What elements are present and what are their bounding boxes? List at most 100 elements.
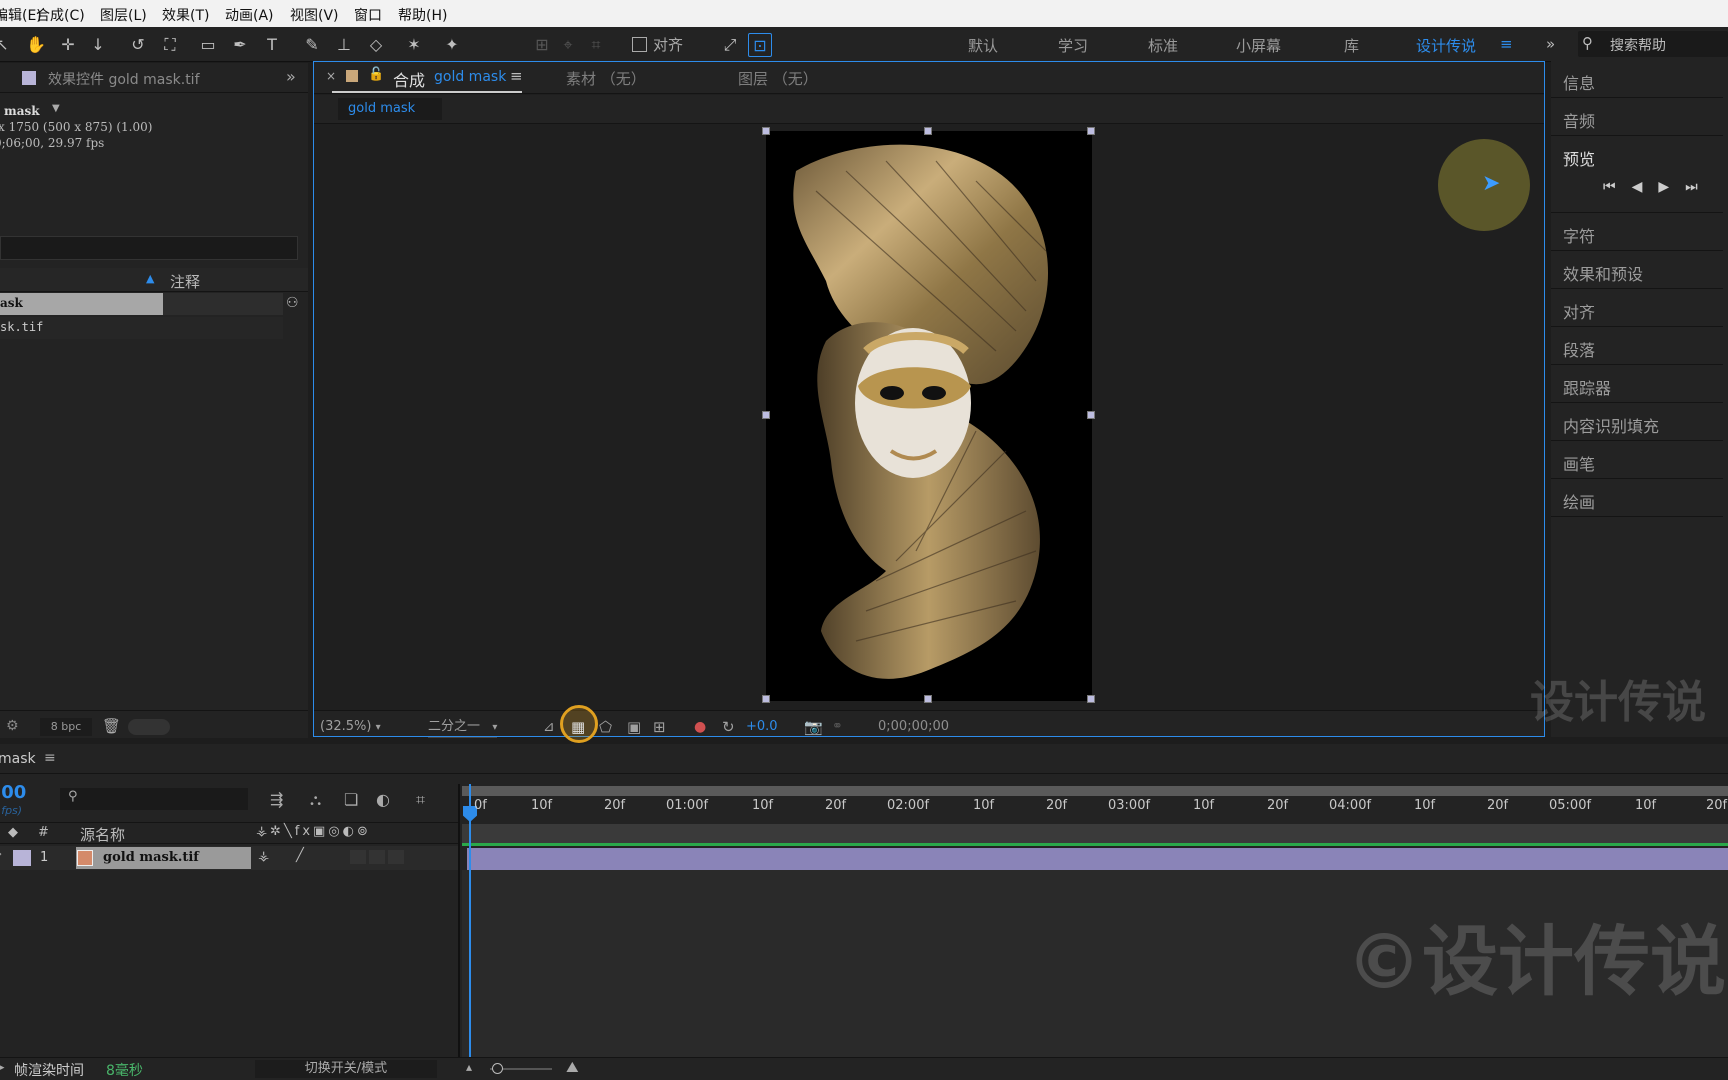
panel-preview[interactable]: 预览 ⏮◀▶⏭ <box>1551 137 1723 213</box>
expand-icon[interactable]: › <box>0 849 2 860</box>
thumbnail-slider[interactable] <box>128 719 170 735</box>
bounding-handle-b[interactable] <box>924 695 932 703</box>
layer-name-field[interactable]: gold mask.tif <box>76 847 251 869</box>
reset-exposure-icon[interactable]: ↻ <box>722 716 735 738</box>
lock-icon[interactable]: 🔓 <box>368 67 384 82</box>
bounding-handle-r[interactable] <box>1087 411 1095 419</box>
camera-tool-icon[interactable]: ↓ <box>86 33 110 57</box>
breadcrumb[interactable]: gold mask <box>338 98 442 120</box>
panel-tracker[interactable]: 跟踪器 <box>1551 366 1723 403</box>
switch-box-1[interactable] <box>350 850 366 864</box>
sort-up-icon[interactable]: ▲ <box>146 272 154 285</box>
hand-tool-icon[interactable]: ✋ <box>24 33 48 57</box>
selection-tool-icon[interactable]: ↖ <box>0 33 14 57</box>
quality-switch-icon[interactable]: ╱ <box>296 848 304 863</box>
composition-flowchart-icon[interactable]: ⇶ <box>270 790 283 809</box>
workspace-standard[interactable]: 标准 <box>1148 35 1178 56</box>
menu-layer[interactable]: 图层(L) <box>100 5 147 25</box>
shy-switch-icon[interactable]: ⚶ <box>258 849 269 864</box>
mask-path-icon[interactable]: ⬠ <box>599 716 612 738</box>
exposure-value[interactable]: +0.0 <box>746 716 778 738</box>
bounding-handle-t[interactable] <box>924 127 932 135</box>
comp-tab-prefix[interactable]: 合成 <box>393 67 425 91</box>
brush-tool-icon[interactable]: ✎ <box>300 33 324 57</box>
footage-tab[interactable]: 素材 （无） <box>566 68 646 89</box>
snap-options-icon[interactable]: ⤢ <box>718 33 742 57</box>
viewer-canvas[interactable]: ➤ <box>314 125 1544 703</box>
layer-search-input[interactable]: ⚲ <box>60 788 248 810</box>
region-of-interest-icon[interactable]: ▣ <box>627 716 641 738</box>
layer-row[interactable]: › 1 gold mask.tif ⚶ ╱ <box>0 846 458 870</box>
grid-guides-icon[interactable]: ⊞ <box>653 716 666 738</box>
menu-help[interactable]: 帮助(H) <box>398 5 447 25</box>
next-frame-icon[interactable]: ⏭ <box>1685 179 1714 195</box>
current-time[interactable]: ;00 <box>0 782 26 803</box>
panel-paragraph[interactable]: 段落 <box>1551 328 1723 365</box>
more-workspaces-icon[interactable]: » <box>1546 35 1555 53</box>
pen-tool-icon[interactable]: ✒ <box>228 33 252 57</box>
close-tab-icon[interactable]: × <box>326 69 336 83</box>
bounding-handle-tl[interactable] <box>762 127 770 135</box>
bounding-handle-l[interactable] <box>762 411 770 419</box>
layer-tab[interactable]: 图层 （无） <box>738 68 818 89</box>
bpc-button[interactable]: 8 bpc <box>40 718 92 736</box>
zoom-slider-handle[interactable] <box>492 1063 503 1074</box>
menu-composition[interactable]: 合成(C) <box>36 5 85 25</box>
panel-brushes[interactable]: 画笔 <box>1551 442 1723 479</box>
comp-tab-name[interactable]: gold mask <box>434 69 506 85</box>
fast-preview-icon[interactable]: ⊿ <box>543 716 555 738</box>
panel-expand-icon[interactable]: » <box>286 67 296 86</box>
motion-blur-icon[interactable]: ◐ <box>376 790 390 809</box>
panel-paint[interactable]: 绘画 <box>1551 480 1723 517</box>
switch-box-2[interactable] <box>369 850 385 864</box>
item-dropdown-icon[interactable]: ▼ <box>52 103 60 114</box>
workspace-active[interactable]: 设计传说 <box>1416 35 1476 56</box>
playhead-line[interactable] <box>469 784 471 1080</box>
time-ruler[interactable] <box>462 798 1728 822</box>
zoom-select[interactable]: (32.5%) ▾ <box>320 716 381 738</box>
panel-info[interactable]: 信息 <box>1551 61 1723 98</box>
bounding-handle-tr[interactable] <box>1087 127 1095 135</box>
trash-icon[interactable]: 🗑 <box>102 717 121 735</box>
layer-duration-bar[interactable] <box>467 848 1728 870</box>
workspace-menu-icon[interactable]: ≡ <box>1500 35 1513 53</box>
panel-effects-presets[interactable]: 效果和预设 <box>1551 252 1723 289</box>
stamp-tool-icon[interactable]: ⊥ <box>332 33 356 57</box>
menu-effect[interactable]: 效果(T) <box>162 5 209 25</box>
bounding-handle-br[interactable] <box>1087 695 1095 703</box>
column-source-name[interactable]: 源名称 <box>80 824 125 845</box>
snapshot-icon[interactable]: 📷 <box>804 716 823 738</box>
bounding-handle-bl[interactable] <box>762 695 770 703</box>
puppet-tool-icon[interactable]: ✦ <box>440 33 464 57</box>
shy-layers-icon[interactable]: ⛬ <box>310 790 321 810</box>
text-tool-icon[interactable]: T <box>260 33 284 57</box>
pan-behind-tool-icon[interactable]: ⛶ <box>158 33 182 57</box>
viewer-timecode[interactable]: 0;00;00;00 <box>878 716 949 738</box>
snap-mode-icon[interactable]: ⊡ <box>748 33 772 57</box>
interpret-footage-icon[interactable]: ⚙ <box>6 718 19 734</box>
rotate-tool-icon[interactable]: ↺ <box>126 33 150 57</box>
eraser-tool-icon[interactable]: ◇ <box>364 33 388 57</box>
prev-frame-icon[interactable]: ◀ <box>1632 179 1659 195</box>
panel-content-aware-fill[interactable]: 内容识别填充 <box>1551 404 1723 441</box>
play-icon[interactable]: ▶ <box>1658 179 1685 195</box>
zoom-out-icon[interactable]: ▴ <box>466 1060 472 1074</box>
transparency-grid-icon[interactable]: ▦ <box>571 716 585 738</box>
project-search-input[interactable] <box>0 236 298 260</box>
work-area-bar[interactable] <box>462 786 1728 796</box>
panel-character[interactable]: 字符 <box>1551 214 1723 251</box>
first-frame-icon[interactable]: ⏮ <box>1603 179 1632 195</box>
workspace-libraries[interactable]: 库 <box>1344 35 1359 56</box>
workspace-default[interactable]: 默认 <box>968 35 998 56</box>
roto-brush-tool-icon[interactable]: ✶ <box>402 33 426 57</box>
workspace-learn[interactable]: 学习 <box>1058 35 1088 56</box>
frame-blending-icon[interactable]: ❏ <box>344 790 358 809</box>
comp-tab-menu-icon[interactable]: ≡ <box>510 67 523 85</box>
menu-window[interactable]: 窗口 <box>354 5 382 25</box>
snap-checkbox[interactable] <box>632 37 647 52</box>
timeline-tab[interactable]: mask <box>0 751 36 767</box>
switch-box-3[interactable] <box>388 850 404 864</box>
layer-label-color[interactable] <box>13 850 31 866</box>
timeline-menu-icon[interactable]: ≡ <box>44 750 56 766</box>
project-row-file[interactable]: sk.tif <box>0 317 283 339</box>
